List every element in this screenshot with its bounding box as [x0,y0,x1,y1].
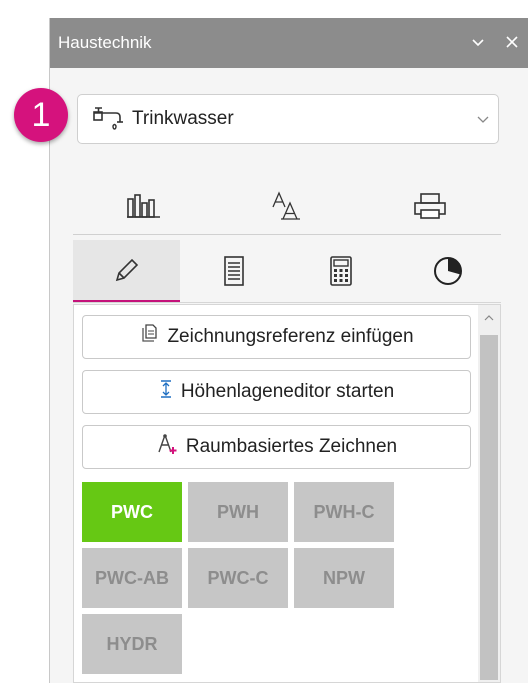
mode-tab-row [73,240,501,303]
scroll-up-icon[interactable] [478,305,500,331]
chevron-down-icon[interactable] [461,33,495,53]
printer-icon[interactable] [358,178,501,234]
pie-chart-icon[interactable] [394,240,501,302]
calculator-icon[interactable] [287,240,394,302]
faucet-icon [92,104,132,134]
system-button-pwc-c[interactable]: PWC-C [188,548,288,608]
start-height-editor-label: Höhenlageneditor starten [180,381,395,402]
tool-tab-row [73,178,501,235]
system-button-pwh-c[interactable]: PWH-C [294,482,394,542]
insert-drawing-reference-label: Zeichnungsreferenz einfügen [167,326,414,347]
system-button-pwc[interactable]: PWC [82,482,182,542]
discipline-dropdown[interactable]: Trinkwasser [77,94,499,144]
room-based-drawing-label: Raumbasiertes Zeichnen [185,436,398,457]
close-icon[interactable] [495,33,528,53]
drawing-tools-content: Zeichnungsreferenz einfügen Höhenlagened… [73,304,501,683]
discipline-selected-label: Trinkwasser [132,108,234,129]
list-icon[interactable] [180,240,287,302]
room-based-drawing-button[interactable]: Raumbasiertes Zeichnen [82,425,471,469]
room-draw-icon [156,433,178,461]
building-stats-icon[interactable] [73,178,216,234]
panel-titlebar: Haustechnik [50,18,528,68]
pencil-icon[interactable] [73,240,180,302]
start-height-editor-button[interactable]: Höhenlageneditor starten [82,370,471,414]
text-style-icon[interactable] [216,178,359,234]
system-button-npw[interactable]: NPW [294,548,394,608]
system-button-pwh[interactable]: PWH [188,482,288,542]
height-editor-icon [159,379,173,405]
panel-title: Haustechnik [58,33,152,52]
system-button-pwc-ab[interactable]: PWC-AB [82,548,182,608]
reference-insert-icon [139,324,159,350]
step-badge: 1 [14,88,68,142]
vertical-scrollbar[interactable] [478,305,500,682]
scrollbar-thumb[interactable] [480,335,498,680]
system-button-hydr[interactable]: HYDR [82,614,182,674]
chevron-down-icon[interactable] [468,111,498,127]
insert-drawing-reference-button[interactable]: Zeichnungsreferenz einfügen [82,315,471,359]
